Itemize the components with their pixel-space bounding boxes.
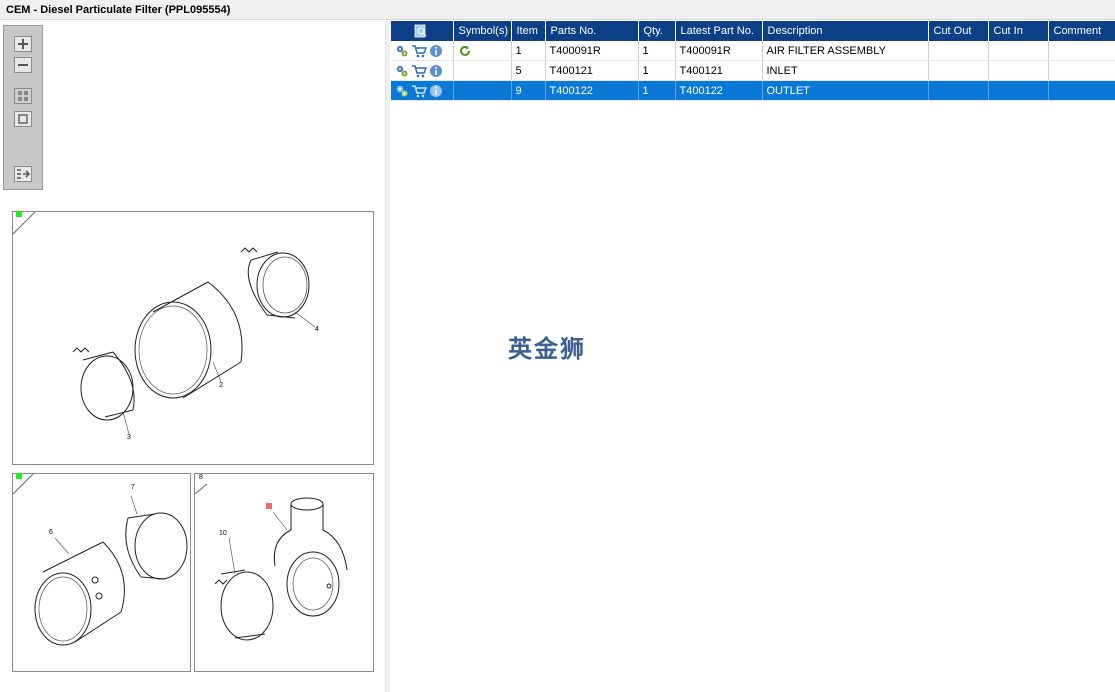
cell-cut-in	[988, 60, 1049, 81]
cell-cut-out	[928, 60, 989, 81]
info-icon[interactable]	[429, 64, 443, 78]
column-header-symbols[interactable]: Symbol(s)	[453, 21, 512, 41]
callout-marker-green[interactable]	[16, 211, 22, 217]
table-row[interactable]: 1 T400091R 1 T400091R AIR FILTER ASSEMBL…	[391, 41, 1115, 61]
cell-description: AIR FILTER ASSEMBLY	[762, 41, 929, 61]
table-row-selected[interactable]: 9 T400122 1 T400122 OUTLET	[391, 80, 1115, 101]
plus-icon	[18, 39, 28, 49]
cell-parts-no: T400122	[545, 80, 639, 101]
exploded-view-drawing-2	[12, 473, 188, 646]
callout-3: 3	[127, 434, 131, 441]
row-actions	[391, 41, 454, 61]
minus-icon	[18, 64, 28, 66]
cell-latest-part-no: T400122	[675, 80, 763, 101]
cart-icon[interactable]	[411, 44, 427, 58]
callout-4: 4	[315, 326, 319, 333]
column-header-comment[interactable]: Comment	[1048, 21, 1115, 41]
info-icon[interactable]	[429, 44, 443, 58]
row-actions	[391, 80, 454, 101]
cart-icon[interactable]	[411, 84, 427, 98]
cell-symbols	[453, 41, 512, 61]
table-row[interactable]: 5 T400121 1 T400121 INLET	[391, 60, 1115, 81]
diagram-panel-3[interactable]: 8 10	[194, 473, 374, 672]
cell-parts-no: T400091R	[545, 41, 639, 61]
cell-description: INLET	[762, 60, 929, 81]
cell-comment	[1048, 41, 1115, 61]
cell-latest-part-no: T400091R	[675, 41, 763, 61]
cell-qty: 1	[638, 60, 676, 81]
watermark-text: 英金狮	[508, 335, 586, 363]
callout-6: 6	[49, 529, 53, 536]
diagram-panel-2[interactable]: 7 6	[12, 473, 191, 672]
square-icon	[18, 114, 28, 124]
cell-cut-out	[928, 41, 989, 61]
cell-comment	[1048, 60, 1115, 81]
cell-latest-part-no: T400121	[675, 60, 763, 81]
cell-cut-in	[988, 41, 1049, 61]
exploded-view-drawing-3	[194, 483, 348, 641]
row-actions	[391, 60, 454, 81]
search-document-icon	[414, 24, 427, 38]
cell-comment	[1048, 80, 1115, 101]
list-view-button[interactable]	[14, 166, 32, 182]
callout-marker-green[interactable]	[16, 473, 22, 479]
table-header-row: Symbol(s) Item Parts No. Qty. Latest Par…	[391, 21, 1115, 41]
gears-icon[interactable]	[395, 44, 409, 58]
cell-qty: 1	[638, 80, 676, 101]
column-header-cut-out[interactable]: Cut Out	[928, 21, 989, 41]
cell-symbols	[453, 80, 512, 101]
callout-8: 8	[199, 474, 203, 481]
fit-one-button[interactable]	[14, 111, 32, 127]
column-header-parts-no[interactable]: Parts No.	[545, 21, 639, 41]
callout-marker-red[interactable]	[266, 503, 272, 509]
column-header-description[interactable]: Description	[762, 21, 929, 41]
diagram-pane: 4 2 3 7 6 8 10	[0, 21, 385, 692]
callout-7: 7	[131, 484, 135, 491]
column-header-qty[interactable]: Qty.	[638, 21, 676, 41]
cell-symbols	[453, 60, 512, 81]
diagram-panel-1[interactable]: 4 2 3	[12, 211, 374, 465]
zoom-in-button[interactable]	[14, 36, 32, 52]
parts-table: Symbol(s) Item Parts No. Qty. Latest Par…	[391, 21, 1115, 101]
callout-10: 10	[219, 530, 227, 537]
cell-cut-in	[988, 80, 1049, 101]
cell-item: 5	[511, 60, 546, 81]
list-arrow-icon	[17, 169, 31, 179]
cell-item: 1	[511, 41, 546, 61]
gears-icon[interactable]	[395, 64, 409, 78]
cell-item: 9	[511, 80, 546, 101]
fit-all-button[interactable]	[14, 88, 32, 104]
cell-qty: 1	[638, 41, 676, 61]
info-icon[interactable]	[429, 84, 443, 98]
callout-2: 2	[219, 382, 223, 389]
column-header-tools[interactable]	[391, 21, 454, 41]
grid-icon	[18, 91, 28, 101]
column-header-item[interactable]: Item	[511, 21, 546, 41]
refresh-icon	[459, 45, 470, 56]
diagram-toolbar	[3, 25, 43, 190]
column-header-latest-part-no[interactable]: Latest Part No.	[675, 21, 763, 41]
zoom-out-button[interactable]	[14, 57, 32, 73]
window-title: CEM - Diesel Particulate Filter (PPL0955…	[0, 0, 1115, 20]
cell-parts-no: T400121	[545, 60, 639, 81]
gears-icon[interactable]	[395, 84, 409, 98]
cart-icon[interactable]	[411, 64, 427, 78]
parts-list-pane: Symbol(s) Item Parts No. Qty. Latest Par…	[390, 21, 1115, 692]
column-header-cut-in[interactable]: Cut In	[988, 21, 1049, 41]
cell-description: OUTLET	[762, 80, 929, 101]
cell-cut-out	[928, 80, 989, 101]
exploded-view-drawing-1	[12, 211, 316, 435]
